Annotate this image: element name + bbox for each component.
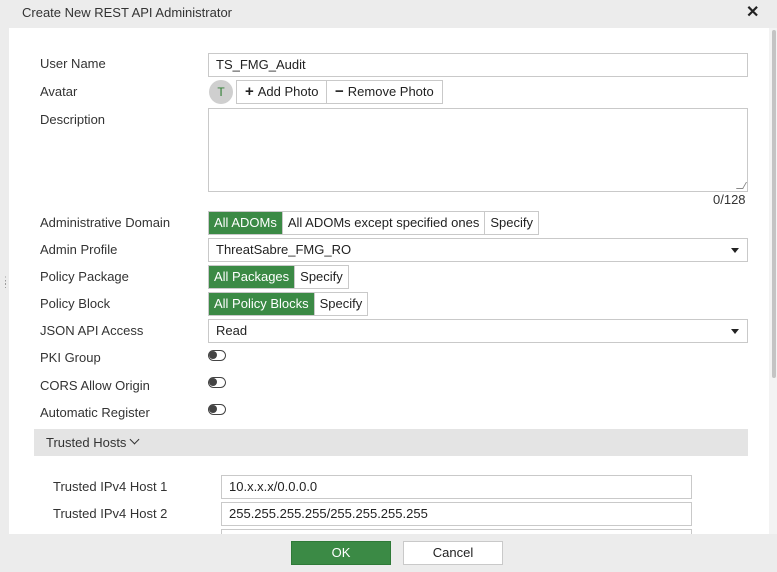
plus-icon: + — [245, 83, 254, 100]
avatar: T — [209, 80, 233, 104]
toggle-knob — [209, 405, 217, 413]
admin-domain-label: Administrative Domain — [40, 215, 171, 230]
pki-group-toggle[interactable] — [208, 350, 226, 361]
admin-profile-select[interactable]: ThreatSabre_FMG_RO — [208, 238, 748, 262]
policy-block-label: Policy Block — [40, 296, 111, 311]
pki-group-label: PKI Group — [40, 350, 101, 365]
chevron-down-icon — [731, 248, 739, 253]
avatar-label: Avatar — [40, 84, 78, 99]
toggle-knob — [209, 351, 217, 359]
scrollbar-thumb[interactable] — [772, 30, 776, 378]
ok-button[interactable]: OK — [291, 541, 391, 565]
cors-allow-origin-label: CORS Allow Origin — [40, 378, 150, 393]
description-textarea[interactable] — [208, 108, 748, 192]
remove-photo-button[interactable]: − Remove Photo — [326, 80, 443, 104]
admin-profile-value: ThreatSabre_FMG_RO — [216, 242, 352, 257]
policy-block-option-all[interactable]: All Policy Blocks — [209, 293, 314, 315]
automatic-register-toggle[interactable] — [208, 404, 226, 415]
policy-package-label: Policy Package — [40, 269, 129, 284]
dialog-title: Create New REST API Administrator — [22, 5, 233, 20]
chevron-down-icon — [731, 329, 739, 334]
toggle-knob — [209, 378, 217, 386]
trusted-host-2-label: Trusted IPv4 Host 2 — [53, 506, 168, 521]
automatic-register-label: Automatic Register — [40, 405, 150, 420]
add-photo-label: Add Photo — [257, 84, 319, 99]
trusted-host-1-input[interactable]: 10.x.x.x/0.0.0.0 — [221, 475, 692, 499]
policy-package-segmented: All Packages Specify — [208, 265, 349, 289]
add-photo-button[interactable]: + Add Photo — [236, 80, 328, 104]
close-icon[interactable]: ✕ — [746, 4, 759, 22]
cors-allow-origin-toggle[interactable] — [208, 377, 226, 388]
policy-package-option-all[interactable]: All Packages — [209, 266, 295, 288]
resize-handle-icon[interactable] — [735, 182, 748, 189]
json-api-access-label: JSON API Access — [40, 323, 144, 338]
json-api-access-select[interactable]: Read — [208, 319, 748, 343]
remove-photo-label: Remove Photo — [347, 84, 434, 99]
policy-package-option-specify[interactable]: Specify — [294, 266, 348, 288]
cancel-button[interactable]: Cancel — [403, 541, 503, 565]
minus-icon: − — [335, 83, 344, 100]
policy-block-segmented: All Policy Blocks Specify — [208, 292, 369, 316]
admin-domain-option-all[interactable]: All ADOMs — [209, 212, 282, 234]
user-name-label: User Name — [40, 56, 106, 71]
trusted-host-2-input[interactable]: 255.255.255.255/255.255.255.255 — [221, 502, 692, 526]
admin-domain-option-specify[interactable]: Specify — [484, 212, 538, 234]
admin-domain-segmented: All ADOMs All ADOMs except specified one… — [208, 211, 539, 235]
json-api-access-value: Read — [216, 323, 248, 338]
description-counter: 0/128 — [713, 192, 746, 207]
dialog-titlebar: Create New REST API Administrator ✕ — [0, 0, 777, 28]
admin-profile-label: Admin Profile — [40, 242, 118, 257]
chevron-down-icon — [129, 434, 140, 445]
trusted-host-1-label: Trusted IPv4 Host 1 — [53, 479, 168, 494]
trusted-hosts-section-header[interactable]: Trusted Hosts — [34, 429, 748, 456]
description-label: Description — [40, 112, 106, 127]
admin-domain-option-except[interactable]: All ADOMs except specified ones — [281, 212, 485, 234]
policy-block-option-specify[interactable]: Specify — [313, 293, 368, 315]
trusted-hosts-label: Trusted Hosts — [46, 435, 127, 450]
user-name-input[interactable]: TS_FMG_Audit — [208, 53, 748, 77]
